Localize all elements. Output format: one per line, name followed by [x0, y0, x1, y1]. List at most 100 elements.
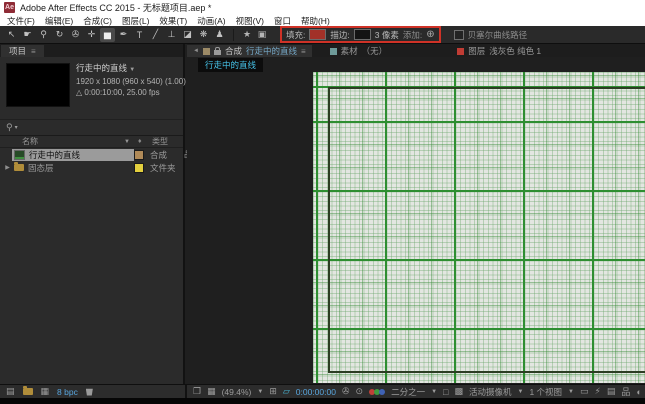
- camera-tool-icon[interactable]: ✇: [68, 28, 83, 42]
- rectangle-tool-icon[interactable]: ▅: [100, 28, 115, 42]
- item-type: 文件夹: [150, 162, 184, 174]
- transparency-grid-icon[interactable]: ▩: [454, 386, 463, 397]
- eraser-tool-icon[interactable]: ◪: [180, 28, 195, 42]
- column-name[interactable]: 名称: [22, 136, 124, 147]
- tab-composition[interactable]: ◄ 合成 行走中的直线 ≡: [187, 45, 312, 57]
- composition-info: 行走中的直线 ▼ 1920 x 1080 (960 x 540) (1.00) …: [76, 63, 186, 98]
- table-row[interactable]: ▶ 固态层 文件夹: [0, 161, 183, 174]
- annotation-highlight-box: 填充: 描边: 3 像素 添加: ⊕: [280, 26, 441, 43]
- footage-tab-name: （无）: [362, 45, 388, 57]
- show-channel-icon[interactable]: [369, 388, 385, 396]
- snapshot-icon[interactable]: ✇: [342, 386, 350, 397]
- pixel-aspect-icon[interactable]: ▭: [580, 386, 589, 397]
- clone-stamp-tool-icon[interactable]: ⊥: [164, 28, 179, 42]
- reset-exposure-icon[interactable]: ◐: [636, 387, 641, 397]
- zoom-caret-icon[interactable]: ▼: [257, 389, 263, 395]
- comp-tab-name: 行走中的直线: [246, 45, 297, 57]
- menu-composition[interactable]: 合成(C): [83, 15, 112, 27]
- menu-effect[interactable]: 效果(T): [159, 15, 187, 27]
- search-caret-icon[interactable]: ▾: [15, 124, 18, 131]
- resolution-value[interactable]: 二分之一: [391, 386, 425, 398]
- timeline-icon[interactable]: ▤: [607, 386, 616, 397]
- selected-item-name-cell[interactable]: 行走中的直线: [12, 149, 134, 161]
- bezier-checkbox[interactable]: [454, 30, 464, 40]
- pen-tool-icon[interactable]: ✒: [116, 28, 131, 42]
- menu-window[interactable]: 窗口: [274, 15, 291, 27]
- row-expander-icon[interactable]: ▶: [3, 164, 12, 171]
- preview-caret-icon[interactable]: ▼: [129, 67, 135, 73]
- tab-layer[interactable]: 图层 浅灰色 纯色 1: [457, 45, 541, 57]
- sort-caret-icon[interactable]: ▼: [124, 139, 138, 145]
- add-icon[interactable]: ⊕: [426, 29, 434, 40]
- menu-view[interactable]: 视图(V): [236, 15, 264, 27]
- table-row[interactable]: 行走中的直线 合成 品: [0, 148, 183, 161]
- pan-behind-tool-icon[interactable]: ✛: [84, 28, 99, 42]
- region-of-interest-icon[interactable]: □: [443, 387, 448, 397]
- mask-visibility-icon[interactable]: ▱: [283, 386, 290, 397]
- stroke-width-value[interactable]: 3 像素: [375, 29, 399, 41]
- show-snapshot-icon[interactable]: ⊙: [356, 386, 364, 397]
- views-caret-icon[interactable]: ▼: [568, 389, 574, 395]
- selection-tool-icon[interactable]: ↖: [4, 28, 19, 42]
- rotation-tool-icon[interactable]: ↻: [52, 28, 67, 42]
- lock-icon[interactable]: [214, 50, 221, 55]
- resolution-caret-icon[interactable]: ▼: [431, 389, 437, 395]
- search-icon[interactable]: ⚲: [6, 122, 13, 133]
- menu-file[interactable]: 文件(F): [7, 15, 35, 27]
- zoom-tool-icon[interactable]: ⚲: [36, 28, 51, 42]
- project-search[interactable]: ⚲ ▾: [0, 119, 183, 136]
- comp-label-swatch: [203, 48, 210, 55]
- main-area: 项目 ≡ 行走中的直线 ▼ 1920 x 1080 (960 x 540) (1…: [0, 44, 645, 384]
- comp-mini-flowchart-tab[interactable]: 行走中的直线: [198, 58, 263, 72]
- color-depth-value[interactable]: 8 bpc: [57, 387, 78, 397]
- camera-caret-icon[interactable]: ▼: [518, 389, 524, 395]
- main-screen-icon[interactable]: ▦: [207, 386, 216, 397]
- stroke-label[interactable]: 描边:: [330, 29, 349, 41]
- toolbar-separator: [233, 29, 234, 41]
- item-type: 合成: [150, 149, 184, 161]
- star-icon[interactable]: ★: [240, 29, 254, 40]
- collapse-icon[interactable]: ◄: [193, 48, 199, 54]
- menu-help[interactable]: 帮助(H): [301, 15, 330, 27]
- fill-color-swatch[interactable]: [309, 29, 326, 40]
- current-timecode[interactable]: 0:00:00:00: [296, 387, 336, 397]
- viewer-tab-row: ◄ 合成 行走中的直线 ≡ 素材 （无） 图层 浅灰色 纯色 1: [187, 44, 645, 57]
- tab-project[interactable]: 项目 ≡: [1, 45, 44, 57]
- new-composition-icon[interactable]: ▦: [41, 386, 50, 397]
- hand-tool-icon[interactable]: ☛: [20, 28, 35, 42]
- menu-animation[interactable]: 动画(A): [197, 15, 225, 27]
- stroke-color-swatch[interactable]: [354, 29, 371, 40]
- new-folder-icon[interactable]: [23, 388, 33, 395]
- comp-tab-kind: 合成: [225, 45, 242, 57]
- panel-menu-icon[interactable]: ≡: [31, 47, 36, 56]
- menu-layer[interactable]: 图层(L): [122, 15, 149, 27]
- label-color-swatch[interactable]: [134, 163, 144, 173]
- snapping-icon[interactable]: ▣: [255, 29, 269, 40]
- puppet-pin-tool-icon[interactable]: ♟: [212, 28, 227, 42]
- label-color-swatch[interactable]: [134, 150, 144, 160]
- folder-icon: [14, 164, 24, 171]
- label-column-icon[interactable]: ♦: [138, 138, 152, 145]
- preview-comp-name[interactable]: 行走中的直线: [76, 63, 127, 73]
- trash-icon[interactable]: [86, 388, 93, 396]
- brush-tool-icon[interactable]: ╱: [148, 28, 163, 42]
- fast-preview-icon[interactable]: ⚡: [595, 386, 601, 397]
- fill-label[interactable]: 填充:: [286, 29, 305, 41]
- type-tool-icon[interactable]: T: [132, 28, 147, 42]
- tab-footage[interactable]: 素材 （无）: [330, 45, 388, 57]
- project-preview: 行走中的直线 ▼ 1920 x 1080 (960 x 540) (1.00) …: [0, 57, 183, 119]
- always-preview-icon[interactable]: ❐: [193, 386, 201, 397]
- roto-brush-tool-icon[interactable]: ❋: [196, 28, 211, 42]
- camera-view-value[interactable]: 活动摄像机: [469, 386, 512, 398]
- flowchart-icon[interactable]: 品: [621, 385, 630, 398]
- item-name-cell[interactable]: 固态层: [12, 162, 134, 174]
- menu-edit[interactable]: 编辑(E): [45, 15, 73, 27]
- panel-menu-icon[interactable]: ≡: [301, 47, 306, 56]
- view-layout-value[interactable]: 1 个视图: [529, 386, 562, 398]
- bezier-path-option[interactable]: 贝塞尔曲线路径: [454, 29, 528, 41]
- composition-grid-view[interactable]: [313, 72, 645, 383]
- grid-guides-options-icon[interactable]: ⊞: [269, 386, 277, 397]
- zoom-level-value[interactable]: (49.4%): [222, 387, 252, 397]
- interpret-footage-icon[interactable]: ▤: [6, 386, 15, 397]
- column-type[interactable]: 类型: [152, 136, 168, 147]
